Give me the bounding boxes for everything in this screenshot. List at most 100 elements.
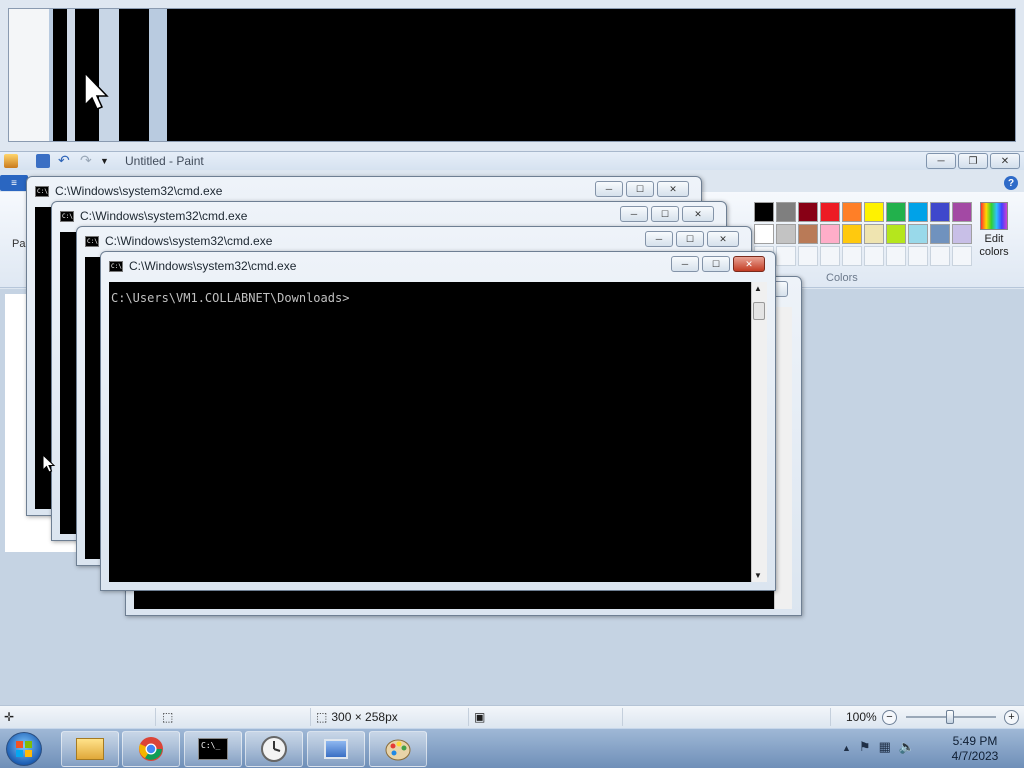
- zoom-in-button[interactable]: +: [1004, 710, 1019, 725]
- canvas-size-icon: ⬚: [316, 710, 328, 724]
- color-swatch[interactable]: [930, 224, 950, 244]
- color-swatch[interactable]: [952, 224, 972, 244]
- file-size-icon: ▣: [474, 710, 486, 724]
- cursor-position-icon: ✛: [4, 710, 15, 724]
- selection-size-icon: ⬚: [162, 710, 174, 724]
- custom-color-slot[interactable]: [886, 246, 906, 266]
- taskbar-clock-app[interactable]: [245, 731, 303, 767]
- windows-logo-icon: [16, 741, 32, 757]
- color-swatch[interactable]: [908, 202, 928, 222]
- maximize-button[interactable]: ☐: [676, 231, 704, 247]
- status-bar: ✛ ⬚ ⬚ 300 × 258px ▣ 100% − +: [0, 705, 1024, 728]
- taskbar-chrome[interactable]: [122, 731, 180, 767]
- system-clock[interactable]: 5:49 PM 4/7/2023: [940, 734, 1010, 764]
- cmd-icon: C:\: [109, 260, 123, 272]
- custom-color-slot[interactable]: [820, 246, 840, 266]
- paste-label[interactable]: Pa: [12, 238, 25, 250]
- show-hidden-icons-button[interactable]: ▲: [842, 739, 851, 757]
- color-swatch[interactable]: [886, 224, 906, 244]
- color-swatch[interactable]: [908, 224, 928, 244]
- color-swatch[interactable]: [798, 224, 818, 244]
- vertical-scrollbar[interactable]: [774, 307, 792, 609]
- magnifier-window: [0, 0, 1024, 152]
- redo-icon[interactable]: ↷: [80, 153, 94, 168]
- color-swatch[interactable]: [776, 224, 796, 244]
- volume-icon[interactable]: 🔈: [899, 739, 915, 757]
- edit-colors-button[interactable]: Edit colors: [976, 202, 1012, 259]
- color-swatch[interactable]: [930, 202, 950, 222]
- close-button[interactable]: ✕: [990, 153, 1020, 169]
- custom-color-slot[interactable]: [952, 246, 972, 266]
- magnified-cursor-icon: [84, 71, 109, 110]
- taskbar-file-explorer[interactable]: [61, 731, 119, 767]
- network-icon[interactable]: ▦: [879, 739, 891, 757]
- close-button[interactable]: ✕: [707, 231, 739, 247]
- vertical-scrollbar[interactable]: ▲ ▼: [751, 282, 767, 582]
- custom-color-slot[interactable]: [908, 246, 928, 266]
- minimize-button[interactable]: ─: [620, 206, 648, 222]
- color-swatch[interactable]: [776, 202, 796, 222]
- undo-icon[interactable]: ↶: [58, 153, 72, 168]
- color-swatch[interactable]: [754, 224, 774, 244]
- close-button[interactable]: ✕: [733, 256, 765, 272]
- maximize-button[interactable]: ☐: [626, 181, 654, 197]
- clock-time: 5:49 PM: [952, 734, 998, 748]
- start-button[interactable]: [6, 732, 42, 766]
- minimize-button[interactable]: ─: [645, 231, 673, 247]
- help-icon[interactable]: ?: [1004, 176, 1018, 190]
- maximize-button[interactable]: ❐: [958, 153, 988, 169]
- cmd-window-title: C:\Windows\system32\cmd.exe: [129, 259, 297, 273]
- color-swatch[interactable]: [952, 202, 972, 222]
- paint-app-icon[interactable]: [4, 154, 18, 168]
- maximize-button[interactable]: ☐: [702, 256, 730, 272]
- custom-color-slot[interactable]: [842, 246, 862, 266]
- cmd-icon: C:\: [85, 235, 99, 247]
- file-menu-button[interactable]: ≡: [0, 175, 28, 191]
- save-icon[interactable]: [36, 154, 50, 168]
- console-area[interactable]: C:\Users\VM1.COLLABNET\Downloads>: [109, 282, 751, 582]
- color-swatch[interactable]: [798, 202, 818, 222]
- custom-color-slot[interactable]: [776, 246, 796, 266]
- cmd-window-title: C:\Windows\system32\cmd.exe: [105, 234, 273, 248]
- close-button[interactable]: ✕: [657, 181, 689, 197]
- custom-color-slot[interactable]: [798, 246, 818, 266]
- minimize-button[interactable]: ─: [926, 153, 956, 169]
- system-tray: ▲ ⚑ ▦ 🔈: [842, 739, 915, 757]
- close-button[interactable]: ✕: [682, 206, 714, 222]
- window-title: Untitled - Paint: [125, 154, 204, 168]
- color-swatch[interactable]: [754, 202, 774, 222]
- minimize-button[interactable]: ─: [595, 181, 623, 197]
- custom-color-slot[interactable]: [864, 246, 884, 266]
- zoom-out-button[interactable]: −: [882, 710, 897, 725]
- canvas-size: 300 × 258px: [331, 710, 398, 724]
- color-palette: [754, 202, 973, 267]
- edit-colors-icon: [980, 202, 1008, 230]
- scroll-down-icon[interactable]: ▼: [754, 571, 762, 580]
- custom-color-slot[interactable]: [930, 246, 950, 266]
- colors-group-label: Colors: [826, 272, 858, 284]
- scrollbar-thumb[interactable]: [753, 302, 765, 320]
- taskbar-network[interactable]: [307, 731, 365, 767]
- color-swatch[interactable]: [820, 202, 840, 222]
- action-center-icon[interactable]: ⚑: [859, 739, 871, 757]
- color-swatch[interactable]: [820, 224, 840, 244]
- maximize-button[interactable]: ☐: [651, 206, 679, 222]
- color-swatch[interactable]: [886, 202, 906, 222]
- taskbar: C:\_ ▲ ⚑ ▦ 🔈 5:49 PM 4/7/2023: [0, 728, 1024, 768]
- command-prompt-text: C:\Users\VM1.COLLABNET\Downloads>: [111, 291, 350, 305]
- customize-toolbar-icon[interactable]: ▼: [100, 154, 114, 168]
- scroll-up-icon[interactable]: ▲: [754, 284, 762, 293]
- edit-colors-label: Edit colors: [979, 233, 1009, 258]
- minimize-button[interactable]: ─: [671, 256, 699, 272]
- taskbar-cmd[interactable]: C:\_: [184, 731, 242, 767]
- color-swatch[interactable]: [864, 224, 884, 244]
- monitor-icon: [324, 739, 348, 759]
- color-swatch[interactable]: [864, 202, 884, 222]
- clock-date: 4/7/2023: [951, 749, 999, 763]
- color-swatch[interactable]: [842, 202, 862, 222]
- taskbar-paint[interactable]: [369, 731, 427, 767]
- zoom-slider-thumb[interactable]: [946, 710, 954, 724]
- magnifier-view: [8, 8, 1016, 142]
- color-swatch[interactable]: [842, 224, 862, 244]
- cmd-window-active[interactable]: C:\ C:\Windows\system32\cmd.exe ─ ☐ ✕ C:\…: [100, 251, 776, 591]
